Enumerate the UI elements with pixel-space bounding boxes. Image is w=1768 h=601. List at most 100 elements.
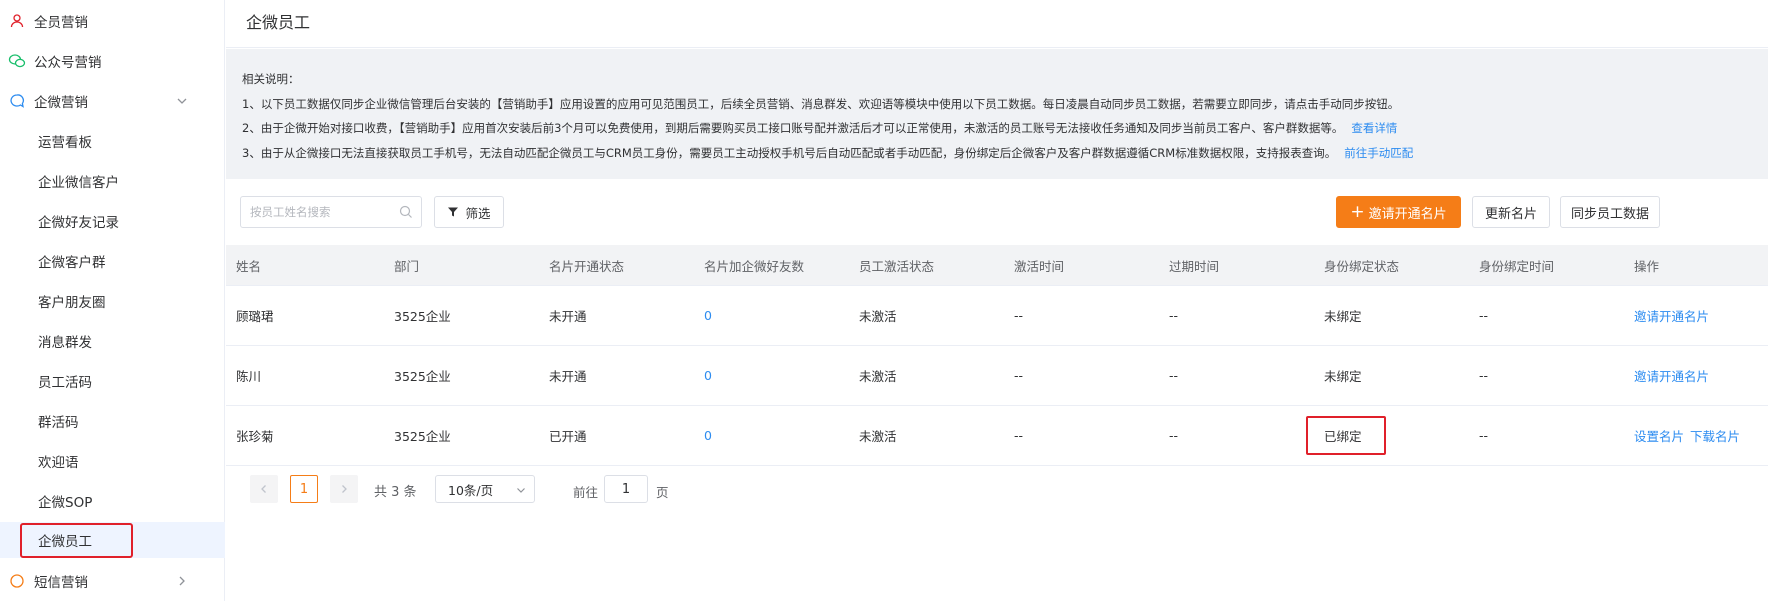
- page-size-select[interactable]: 10条/页: [435, 475, 535, 503]
- department: 3525企业: [394, 309, 451, 324]
- search-icon[interactable]: [399, 205, 413, 219]
- chevron-down-icon: [517, 488, 525, 493]
- sidebar-item-friend-records[interactable]: 企微好友记录: [0, 203, 225, 239]
- sync-staff-button[interactable]: 同步员工数据: [1560, 196, 1660, 228]
- current-page[interactable]: 1: [290, 475, 318, 503]
- sidebar-item-label: 企微SOP: [38, 495, 93, 511]
- plus-icon: +: [1350, 201, 1365, 222]
- sidebar-item-wecom-staff[interactable]: 企微员工: [0, 522, 225, 558]
- staff-table: 姓名 部门 名片开通状态 名片加企微好友数 员工激活状态 激活时间 过期时间 身…: [226, 245, 1768, 466]
- department: 3525企业: [394, 369, 451, 384]
- friend-count[interactable]: 0: [694, 308, 849, 323]
- bind-time: --: [1479, 308, 1489, 323]
- sidebar-item-welcome-message[interactable]: 欢迎语: [0, 443, 225, 479]
- card-status: 已开通: [549, 429, 587, 444]
- expire-time: --: [1169, 428, 1179, 443]
- sidebar-item-wecom-sop[interactable]: 企微SOP: [0, 483, 225, 519]
- table-row: 顾璐珺 3525企业 未开通 0 未激活 -- -- 未绑定 -- 邀请开通名片: [226, 286, 1768, 346]
- wechat-icon: [8, 52, 26, 70]
- staff-name: 张珍菊: [236, 429, 274, 444]
- sidebar-item-dashboard[interactable]: 运营看板: [0, 123, 225, 159]
- row-actions: 邀请开通名片: [1624, 366, 1768, 385]
- column-header: 名片加企微好友数: [704, 258, 805, 274]
- sidebar-item-label: 群活码: [38, 415, 79, 431]
- activation-status: 未激活: [859, 309, 897, 324]
- chevron-right-icon: [342, 485, 347, 493]
- sidebar-item-sms-marketing[interactable]: 短信营销: [0, 563, 225, 599]
- sidebar-item-label: 企微营销: [34, 95, 88, 111]
- filter-button[interactable]: 筛选: [434, 196, 504, 228]
- sidebar-item-label: 企业微信客户: [38, 175, 119, 191]
- goto-page-input[interactable]: [604, 475, 648, 503]
- notice-line: 2、由于企微开始对接口收费，【营销助手】应用首次安装后前3个月可以免费使用，到期…: [242, 116, 1752, 141]
- column-header: 身份绑定状态: [1324, 258, 1400, 274]
- notice-line: 1、以下员工数据仅同步企业微信管理后台安装的【营销助手】应用设置的应用可见范围员…: [242, 92, 1752, 117]
- staff-name: 陈川: [236, 369, 262, 384]
- table-row: 陈川 3525企业 未开通 0 未激活 -- -- 未绑定 -- 邀请开通名片: [226, 346, 1768, 406]
- chevron-right-icon[interactable]: [175, 574, 189, 588]
- total-count: 共 3 条: [374, 485, 417, 500]
- next-page-button[interactable]: [330, 475, 358, 503]
- activation-status: 未激活: [859, 429, 897, 444]
- column-header: 员工激活状态: [859, 258, 935, 274]
- activation-time: --: [1014, 308, 1024, 323]
- bind-time: --: [1479, 368, 1489, 383]
- card-status: 未开通: [549, 309, 587, 324]
- bind-status: 已绑定: [1324, 429, 1362, 444]
- table-header: 姓名 部门 名片开通状态 名片加企微好友数 员工激活状态 激活时间 过期时间 身…: [226, 245, 1768, 286]
- notice-text: 1、以下员工数据仅同步企业微信管理后台安装的【营销助手】应用设置的应用可见范围员…: [242, 96, 1400, 111]
- bind-status: 未绑定: [1324, 369, 1362, 384]
- chevron-left-icon: [261, 485, 266, 493]
- sms-icon: [8, 572, 26, 590]
- notice-text: 3、由于从企微接口无法直接获取员工手机号，无法自动匹配企微员工与CRM员工身份，…: [242, 145, 1337, 160]
- update-card-button[interactable]: 更新名片: [1472, 196, 1550, 228]
- row-actions: 设置名片 下载名片: [1624, 426, 1768, 445]
- sidebar-item-label: 消息群发: [38, 335, 92, 351]
- sidebar-item-wecom-customers[interactable]: 企业微信客户: [0, 163, 225, 199]
- toolbar: 筛选 + 邀请开通名片 更新名片 同步员工数据: [226, 180, 1768, 244]
- sidebar-item-member-marketing[interactable]: 全员营销: [0, 3, 225, 39]
- expire-time: --: [1169, 368, 1179, 383]
- sidebar-item-official-account[interactable]: 公众号营销: [0, 43, 225, 79]
- column-header: 姓名: [236, 258, 262, 274]
- sidebar-item-staff-qrcode[interactable]: 员工活码: [0, 363, 225, 399]
- table-row: 张珍菊 3525企业 已开通 0 未激活 -- -- 已绑定 -- 设置名片 下载…: [226, 406, 1768, 466]
- sidebar-item-label: 公众号营销: [34, 55, 102, 71]
- manual-match-link[interactable]: 前往手动匹配: [1344, 146, 1413, 160]
- column-header: 激活时间: [1014, 258, 1065, 274]
- invite-card-label: 邀请开通名片: [1368, 206, 1447, 222]
- chevron-down-icon[interactable]: [175, 94, 189, 108]
- sidebar-item-label: 客户朋友圈: [38, 295, 106, 311]
- member-icon: [8, 12, 26, 30]
- friend-count[interactable]: 0: [694, 368, 849, 383]
- prev-page-button[interactable]: [250, 475, 278, 503]
- column-header: 名片开通状态: [549, 258, 625, 274]
- set-card-link[interactable]: 设置名片: [1634, 429, 1684, 444]
- sidebar-item-moments[interactable]: 客户朋友圈: [0, 283, 225, 319]
- friend-count[interactable]: 0: [694, 428, 849, 443]
- sidebar-item-label: 企微员工: [38, 534, 92, 550]
- activation-status: 未激活: [859, 369, 897, 384]
- sidebar-item-mass-message[interactable]: 消息群发: [0, 323, 225, 359]
- sidebar-item-wecom-marketing[interactable]: 企微营销: [0, 83, 225, 119]
- expire-time: --: [1169, 308, 1179, 323]
- invite-card-button[interactable]: + 邀请开通名片: [1336, 196, 1461, 228]
- notice-heading: 相关说明：: [242, 72, 300, 86]
- sidebar-item-customer-groups[interactable]: 企微客户群: [0, 243, 225, 279]
- invite-card-link[interactable]: 邀请开通名片: [1634, 369, 1709, 384]
- staff-name: 顾璐珺: [236, 309, 274, 324]
- filter-label: 筛选: [465, 205, 491, 221]
- card-status: 未开通: [549, 369, 587, 384]
- page-unit-label: 页: [656, 485, 669, 500]
- main-content: 企微员工 相关说明： 1、以下员工数据仅同步企业微信管理后台安装的【营销助手】应…: [226, 0, 1768, 601]
- download-card-link[interactable]: 下载名片: [1690, 429, 1740, 444]
- chat-bubble-icon: [8, 92, 26, 110]
- column-header: 操作: [1634, 258, 1660, 274]
- search-box: [240, 196, 422, 228]
- invite-card-link[interactable]: 邀请开通名片: [1634, 309, 1709, 324]
- sidebar-item-group-qrcode[interactable]: 群活码: [0, 403, 225, 439]
- sidebar-item-label: 企微好友记录: [38, 215, 119, 231]
- view-details-link[interactable]: 查看详情: [1351, 121, 1397, 135]
- row-actions: 邀请开通名片: [1624, 306, 1768, 325]
- search-input[interactable]: [241, 197, 391, 227]
